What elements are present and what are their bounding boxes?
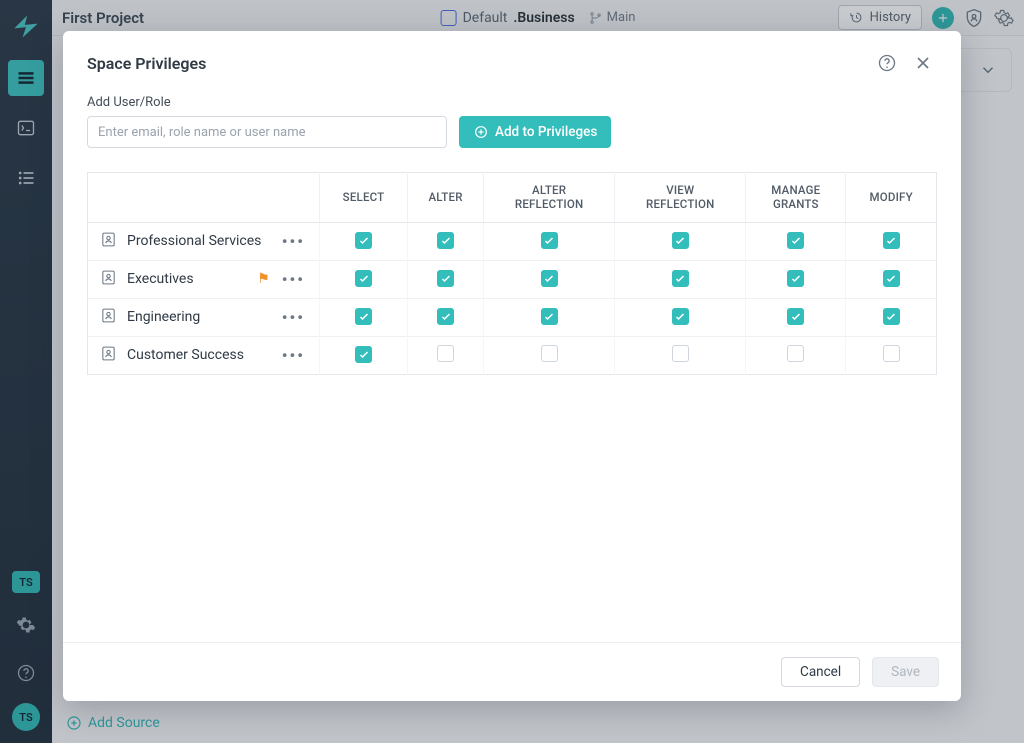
- checkbox-manage-grants[interactable]: [787, 232, 804, 249]
- checkbox-manage-grants[interactable]: [787, 270, 804, 287]
- add-user-input[interactable]: [87, 116, 447, 148]
- role-icon: [100, 307, 117, 328]
- table-row: Executives ⚑ •••: [88, 260, 937, 298]
- col-alter-reflection: ALTERREFLECTION: [484, 173, 615, 223]
- role-name: Professional Services: [127, 233, 270, 249]
- row-menu-icon[interactable]: •••: [280, 270, 307, 289]
- checkbox-modify[interactable]: [883, 345, 900, 362]
- role-icon: [100, 345, 117, 366]
- col-modify: MODIFY: [846, 173, 937, 223]
- checkbox-select[interactable]: [355, 308, 372, 325]
- col-name: [88, 173, 320, 223]
- table-row: Professional Services •••: [88, 222, 937, 260]
- table-row: Customer Success •••: [88, 336, 937, 374]
- checkbox-alter[interactable]: [437, 308, 454, 325]
- col-view-reflection: VIEWREFLECTION: [615, 173, 746, 223]
- checkbox-alter-reflection[interactable]: [541, 232, 558, 249]
- row-menu-icon[interactable]: •••: [280, 346, 307, 365]
- space-privileges-modal: Space Privileges Add User/Role Add to Pr…: [63, 31, 961, 701]
- row-menu-icon[interactable]: •••: [280, 232, 307, 251]
- checkbox-view-reflection[interactable]: [672, 232, 689, 249]
- checkbox-select[interactable]: [355, 270, 372, 287]
- checkbox-view-reflection[interactable]: [672, 270, 689, 287]
- role-name: Customer Success: [127, 347, 270, 363]
- add-to-privileges-button[interactable]: Add to Privileges: [459, 116, 611, 148]
- save-button[interactable]: Save: [872, 657, 939, 687]
- role-name: Engineering: [127, 309, 270, 325]
- role-icon: [100, 269, 117, 290]
- col-select: SELECT: [320, 173, 408, 223]
- col-alter: ALTER: [408, 173, 484, 223]
- modal-help-icon[interactable]: [873, 49, 901, 77]
- checkbox-view-reflection[interactable]: [672, 345, 689, 362]
- modal-title: Space Privileges: [87, 54, 206, 73]
- flag-icon: ⚑: [257, 271, 270, 287]
- checkbox-select[interactable]: [355, 346, 372, 363]
- role-name: Executives: [127, 271, 247, 287]
- checkbox-alter[interactable]: [437, 270, 454, 287]
- checkbox-modify[interactable]: [883, 232, 900, 249]
- checkbox-modify[interactable]: [883, 270, 900, 287]
- checkbox-alter-reflection[interactable]: [541, 345, 558, 362]
- col-manage-grants: MANAGEGRANTS: [746, 173, 846, 223]
- checkbox-view-reflection[interactable]: [672, 308, 689, 325]
- checkbox-select[interactable]: [355, 232, 372, 249]
- add-user-label: Add User/Role: [87, 95, 937, 110]
- close-icon[interactable]: [909, 49, 937, 77]
- checkbox-manage-grants[interactable]: [787, 345, 804, 362]
- cancel-button[interactable]: Cancel: [781, 657, 860, 687]
- checkbox-alter-reflection[interactable]: [541, 308, 558, 325]
- checkbox-alter-reflection[interactable]: [541, 270, 558, 287]
- checkbox-alter[interactable]: [437, 345, 454, 362]
- add-button-label: Add to Privileges: [495, 124, 597, 140]
- checkbox-alter[interactable]: [437, 232, 454, 249]
- privileges-table: SELECTALTERALTERREFLECTIONVIEWREFLECTION…: [87, 172, 937, 375]
- checkbox-modify[interactable]: [883, 308, 900, 325]
- role-icon: [100, 231, 117, 252]
- row-menu-icon[interactable]: •••: [280, 308, 307, 327]
- checkbox-manage-grants[interactable]: [787, 308, 804, 325]
- table-row: Engineering •••: [88, 298, 937, 336]
